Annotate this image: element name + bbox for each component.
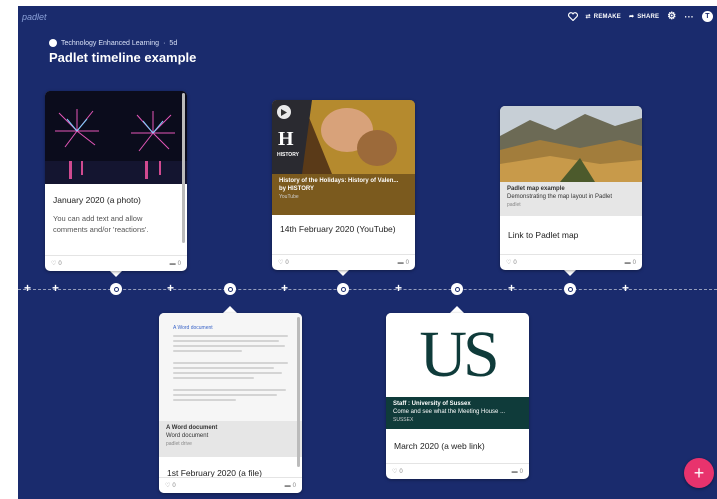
remake-icon: ⇄ bbox=[585, 14, 591, 20]
post-card-feb1[interactable]: A Word document A Word document Word doc… bbox=[159, 313, 302, 493]
link-caption[interactable]: Staff : University of Sussex Come and se… bbox=[386, 397, 529, 429]
padlet-board: padlet ⇄ REMAKE ➦ SHARE ⚙ ··· T Technolo… bbox=[18, 6, 717, 499]
breadcrumb: Technology Enhanced Learning · 5d bbox=[49, 39, 177, 47]
fireworks-photo bbox=[45, 91, 187, 184]
share-icon: ➦ bbox=[628, 14, 635, 20]
sussex-logo-text: US bbox=[419, 318, 499, 391]
app-logo[interactable]: padlet bbox=[22, 12, 47, 22]
post-text: You can add text and allow comments and/… bbox=[53, 214, 149, 234]
comment-button[interactable]: ▬ 0 bbox=[625, 260, 636, 266]
comment-icon: ▬ bbox=[397, 259, 404, 266]
post-title: Link to Padlet map bbox=[508, 230, 579, 240]
heart-icon: ♡ bbox=[278, 260, 284, 266]
owner-name[interactable]: Technology Enhanced Learning bbox=[61, 40, 159, 47]
post-footer: ♡ 0 ▬ 0 bbox=[500, 254, 642, 270]
link-caption-source: SUSSEX bbox=[393, 417, 414, 423]
top-toolbar: ⇄ REMAKE ➦ SHARE ⚙ ··· T bbox=[567, 11, 713, 22]
document-preview: A Word document bbox=[159, 313, 302, 421]
add-post-plus-icon[interactable]: + bbox=[508, 282, 515, 294]
post-title: January 2020 (a photo) bbox=[53, 195, 141, 205]
sussex-logo-image: US bbox=[386, 313, 529, 397]
link-caption-author: by HISTORY bbox=[279, 186, 315, 192]
post-card-map[interactable]: Padlet map example Demonstrating the map… bbox=[500, 106, 642, 270]
card-pointer bbox=[450, 306, 464, 313]
more-button[interactable]: ··· bbox=[684, 12, 694, 22]
link-caption-title: Padlet map example bbox=[507, 186, 565, 192]
card-pointer bbox=[223, 306, 237, 313]
comment-icon: ▬ bbox=[169, 260, 176, 267]
add-post-button[interactable]: + bbox=[684, 458, 714, 488]
page-title: Padlet timeline example bbox=[49, 50, 197, 65]
history-logo-icon: H bbox=[278, 128, 294, 150]
share-button[interactable]: ➦ SHARE bbox=[628, 13, 659, 21]
like-button[interactable]: ♡ 0 bbox=[506, 259, 517, 267]
post-title: 14th February 2020 (YouTube) bbox=[280, 224, 396, 234]
comment-button[interactable]: ▬ 0 bbox=[512, 469, 523, 475]
card-pointer bbox=[336, 269, 350, 276]
avatar[interactable]: T bbox=[702, 11, 713, 22]
timeline-node[interactable] bbox=[337, 283, 349, 295]
like-button[interactable]: ♡ 0 bbox=[165, 482, 176, 490]
link-caption-source: YouTube bbox=[279, 194, 299, 200]
card-pointer bbox=[563, 269, 577, 276]
link-caption-title: Staff : University of Sussex bbox=[393, 401, 471, 407]
post-card-january[interactable]: January 2020 (a photo) You can add text … bbox=[45, 91, 187, 271]
remake-button[interactable]: ⇄ REMAKE bbox=[585, 13, 621, 21]
add-post-plus-icon[interactable]: + bbox=[52, 282, 59, 294]
add-post-plus-icon[interactable]: + bbox=[167, 282, 174, 294]
breadcrumb-separator: · bbox=[163, 39, 166, 47]
heart-icon[interactable] bbox=[567, 12, 578, 21]
card-scrollbar[interactable] bbox=[182, 93, 185, 243]
document-heading: A Word document bbox=[173, 325, 213, 331]
add-post-plus-icon[interactable]: + bbox=[395, 282, 402, 294]
link-caption-title: History of the Holidays: History of Vale… bbox=[279, 178, 399, 184]
comment-button[interactable]: ▬ 0 bbox=[285, 483, 296, 489]
like-button[interactable]: ♡ 0 bbox=[51, 260, 62, 268]
gear-icon[interactable]: ⚙ bbox=[667, 11, 676, 22]
link-caption[interactable]: History of the Holidays: History of Vale… bbox=[272, 174, 415, 215]
owner-avatar bbox=[49, 39, 57, 47]
post-title: March 2020 (a web link) bbox=[394, 441, 485, 451]
add-post-plus-icon[interactable]: + bbox=[281, 282, 288, 294]
video-thumbnail[interactable]: H HISTORY bbox=[272, 100, 415, 174]
link-caption[interactable]: Padlet map example Demonstrating the map… bbox=[500, 182, 642, 216]
comment-icon: ▬ bbox=[624, 259, 631, 266]
timeline-node[interactable] bbox=[110, 283, 122, 295]
history-logo-text: HISTORY bbox=[277, 152, 299, 158]
post-card-march[interactable]: US Staff : University of Sussex Come and… bbox=[386, 313, 529, 479]
file-caption-source: padlet drive bbox=[166, 441, 192, 447]
board-age: 5d bbox=[169, 39, 178, 47]
comment-icon: ▬ bbox=[511, 468, 518, 475]
like-button[interactable]: ♡ 0 bbox=[392, 468, 403, 476]
link-caption-desc: Demonstrating the map layout in Padlet bbox=[507, 194, 613, 200]
timeline-node[interactable] bbox=[564, 283, 576, 295]
file-caption[interactable]: A Word document Word document padlet dri… bbox=[159, 421, 302, 457]
file-caption-type: Word document bbox=[166, 433, 209, 439]
card-scrollbar[interactable] bbox=[297, 317, 300, 467]
heart-icon: ♡ bbox=[392, 469, 398, 475]
comment-button[interactable]: ▬ 0 bbox=[170, 261, 181, 267]
play-icon[interactable] bbox=[277, 105, 291, 119]
add-post-plus-icon[interactable]: + bbox=[24, 282, 31, 294]
like-button[interactable]: ♡ 0 bbox=[278, 259, 289, 267]
heart-icon: ♡ bbox=[165, 483, 171, 489]
comment-button[interactable]: ▬ 0 bbox=[398, 260, 409, 266]
timeline-node[interactable] bbox=[224, 283, 236, 295]
file-caption-title: A Word document bbox=[166, 425, 218, 431]
add-post-plus-icon[interactable]: + bbox=[622, 282, 629, 294]
card-pointer bbox=[109, 270, 123, 277]
heart-icon: ♡ bbox=[51, 261, 57, 267]
timeline-node[interactable] bbox=[451, 283, 463, 295]
link-caption-desc: Come and see what the Meeting House ... bbox=[393, 409, 506, 415]
post-footer: ♡ 0 ▬ 0 bbox=[45, 255, 187, 271]
post-footer: ♡ 0 ▬ 0 bbox=[272, 254, 415, 270]
post-card-feb14[interactable]: H HISTORY History of the Holidays: Histo… bbox=[272, 100, 415, 270]
comment-icon: ▬ bbox=[284, 482, 291, 489]
heart-icon: ♡ bbox=[506, 260, 512, 266]
link-caption-source: padlet bbox=[507, 202, 521, 208]
post-footer: ♡ 0 ▬ 0 bbox=[386, 463, 529, 479]
landscape-photo bbox=[500, 106, 642, 182]
timeline-axis bbox=[18, 289, 717, 291]
post-footer: ♡ 0 ▬ 0 bbox=[159, 477, 302, 493]
